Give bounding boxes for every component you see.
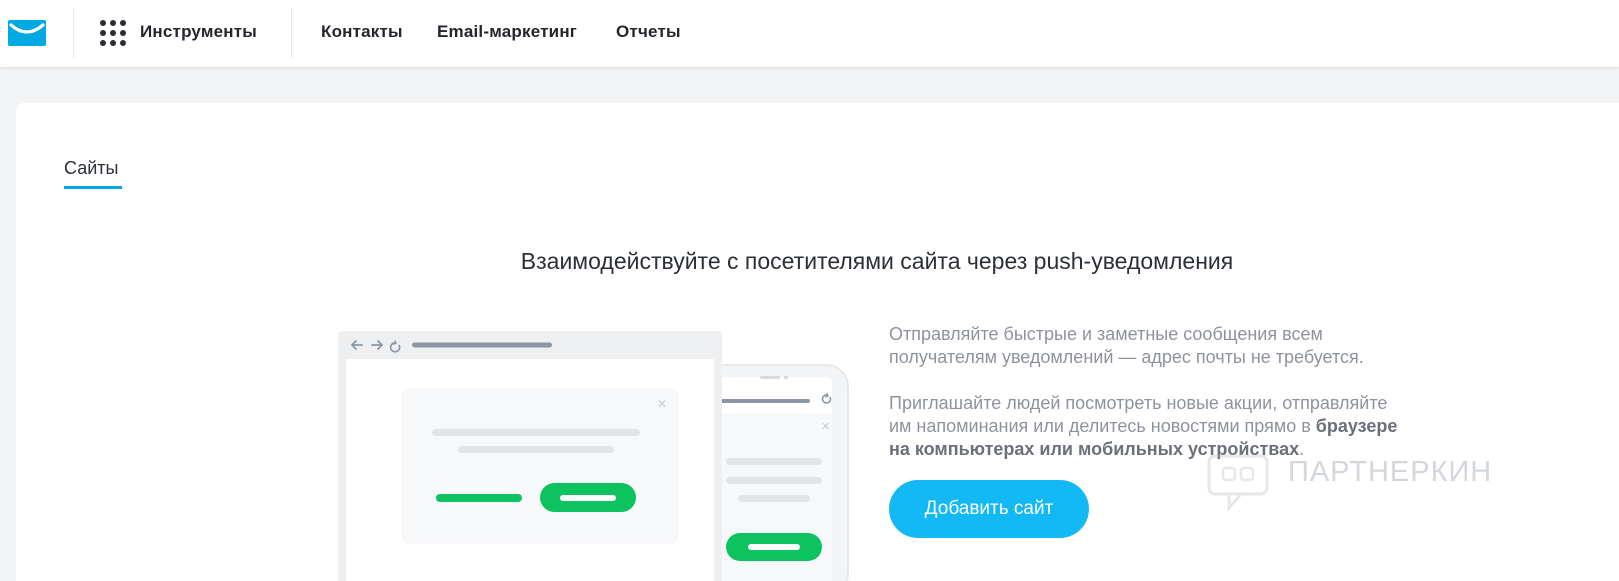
description-line: Отправляйте быстрые и заметные сообщения… xyxy=(889,324,1323,344)
description-text: им напоминания или делитесь новостями пр… xyxy=(889,416,1316,436)
grid-dots-icon[interactable] xyxy=(100,20,126,46)
nav-separator xyxy=(73,8,74,58)
tab-sites[interactable]: Сайты xyxy=(64,158,118,179)
page-headline: Взаимодействуйте с посетителями сайта че… xyxy=(520,248,1234,274)
description-paragraph-1: Отправляйте быстрые и заметные сообщения… xyxy=(889,323,1489,369)
svg-text:✕: ✕ xyxy=(821,420,830,433)
browser-and-phone-notification-illustration: ✕ ✕ xyxy=(338,331,849,581)
description-line: им напоминания или делитесь новостями пр… xyxy=(889,415,1489,438)
nav-reports[interactable]: Отчеты xyxy=(616,22,681,42)
add-site-button[interactable]: Добавить сайт xyxy=(889,480,1089,538)
active-tab-indicator xyxy=(64,186,122,189)
watermark-text: ПАРТНЕРКИН xyxy=(1288,456,1493,488)
svg-text:✕: ✕ xyxy=(657,397,667,411)
nav-contacts[interactable]: Контакты xyxy=(321,22,403,42)
nav-separator xyxy=(291,8,292,58)
nav-tools[interactable]: Инструменты xyxy=(140,22,257,42)
envelope-logo-icon[interactable] xyxy=(8,20,46,46)
top-navigation-bar: Инструменты Контакты Email-маркетинг Отч… xyxy=(0,0,1619,68)
description-line: Приглашайте людей посмотреть новые акции… xyxy=(889,393,1388,413)
nav-email-marketing[interactable]: Email-маркетинг xyxy=(437,22,577,42)
description-line: получателям уведомлений — адрес почты не… xyxy=(889,347,1364,367)
description-emphasis: браузере xyxy=(1315,416,1398,436)
